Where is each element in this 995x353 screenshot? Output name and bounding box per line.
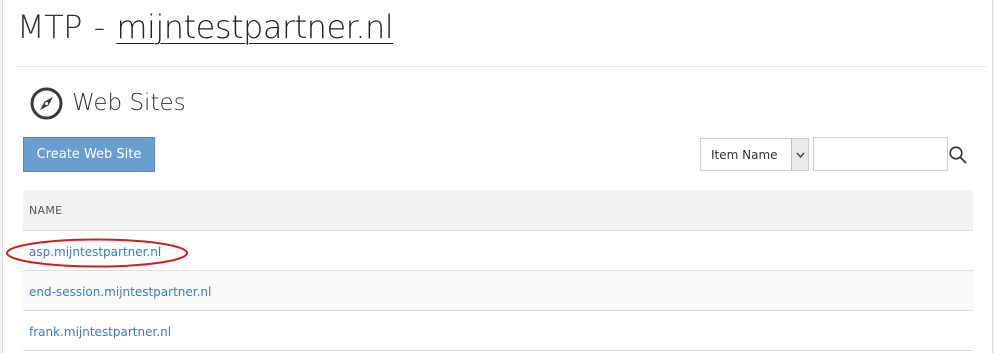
compass-icon <box>30 87 63 119</box>
search-icon[interactable] <box>948 145 968 165</box>
chevron-down-icon[interactable] <box>791 139 808 170</box>
section-title: Web Sites <box>72 90 186 116</box>
table-row: end-session.mijntestpartner.nl <box>23 271 973 311</box>
filter-select[interactable]: Item Name <box>700 138 809 171</box>
web-sites-table: NAME asp.mijntestpartner.nl end-session.… <box>23 190 973 351</box>
site-link[interactable]: end-session.mijntestpartner.nl <box>29 285 211 299</box>
title-divider <box>15 66 987 67</box>
page-title-separator: - <box>93 8 106 46</box>
site-link[interactable]: asp.mijntestpartner.nl <box>29 245 161 259</box>
section-header: Web Sites <box>30 86 186 120</box>
search-input[interactable] <box>813 137 948 171</box>
table-row: asp.mijntestpartner.nl <box>23 231 973 271</box>
create-web-site-button[interactable]: Create Web Site <box>23 137 155 172</box>
table-row: frank.mijntestpartner.nl <box>23 311 973 351</box>
page-title: MTP - mijntestpartner.nl <box>17 8 394 46</box>
site-link[interactable]: frank.mijntestpartner.nl <box>29 325 171 339</box>
domain-link[interactable]: mijntestpartner.nl <box>116 8 393 46</box>
page-title-prefix: MTP <box>17 8 82 46</box>
filter-select-value: Item Name <box>711 148 778 162</box>
column-header-name[interactable]: NAME <box>23 190 973 231</box>
